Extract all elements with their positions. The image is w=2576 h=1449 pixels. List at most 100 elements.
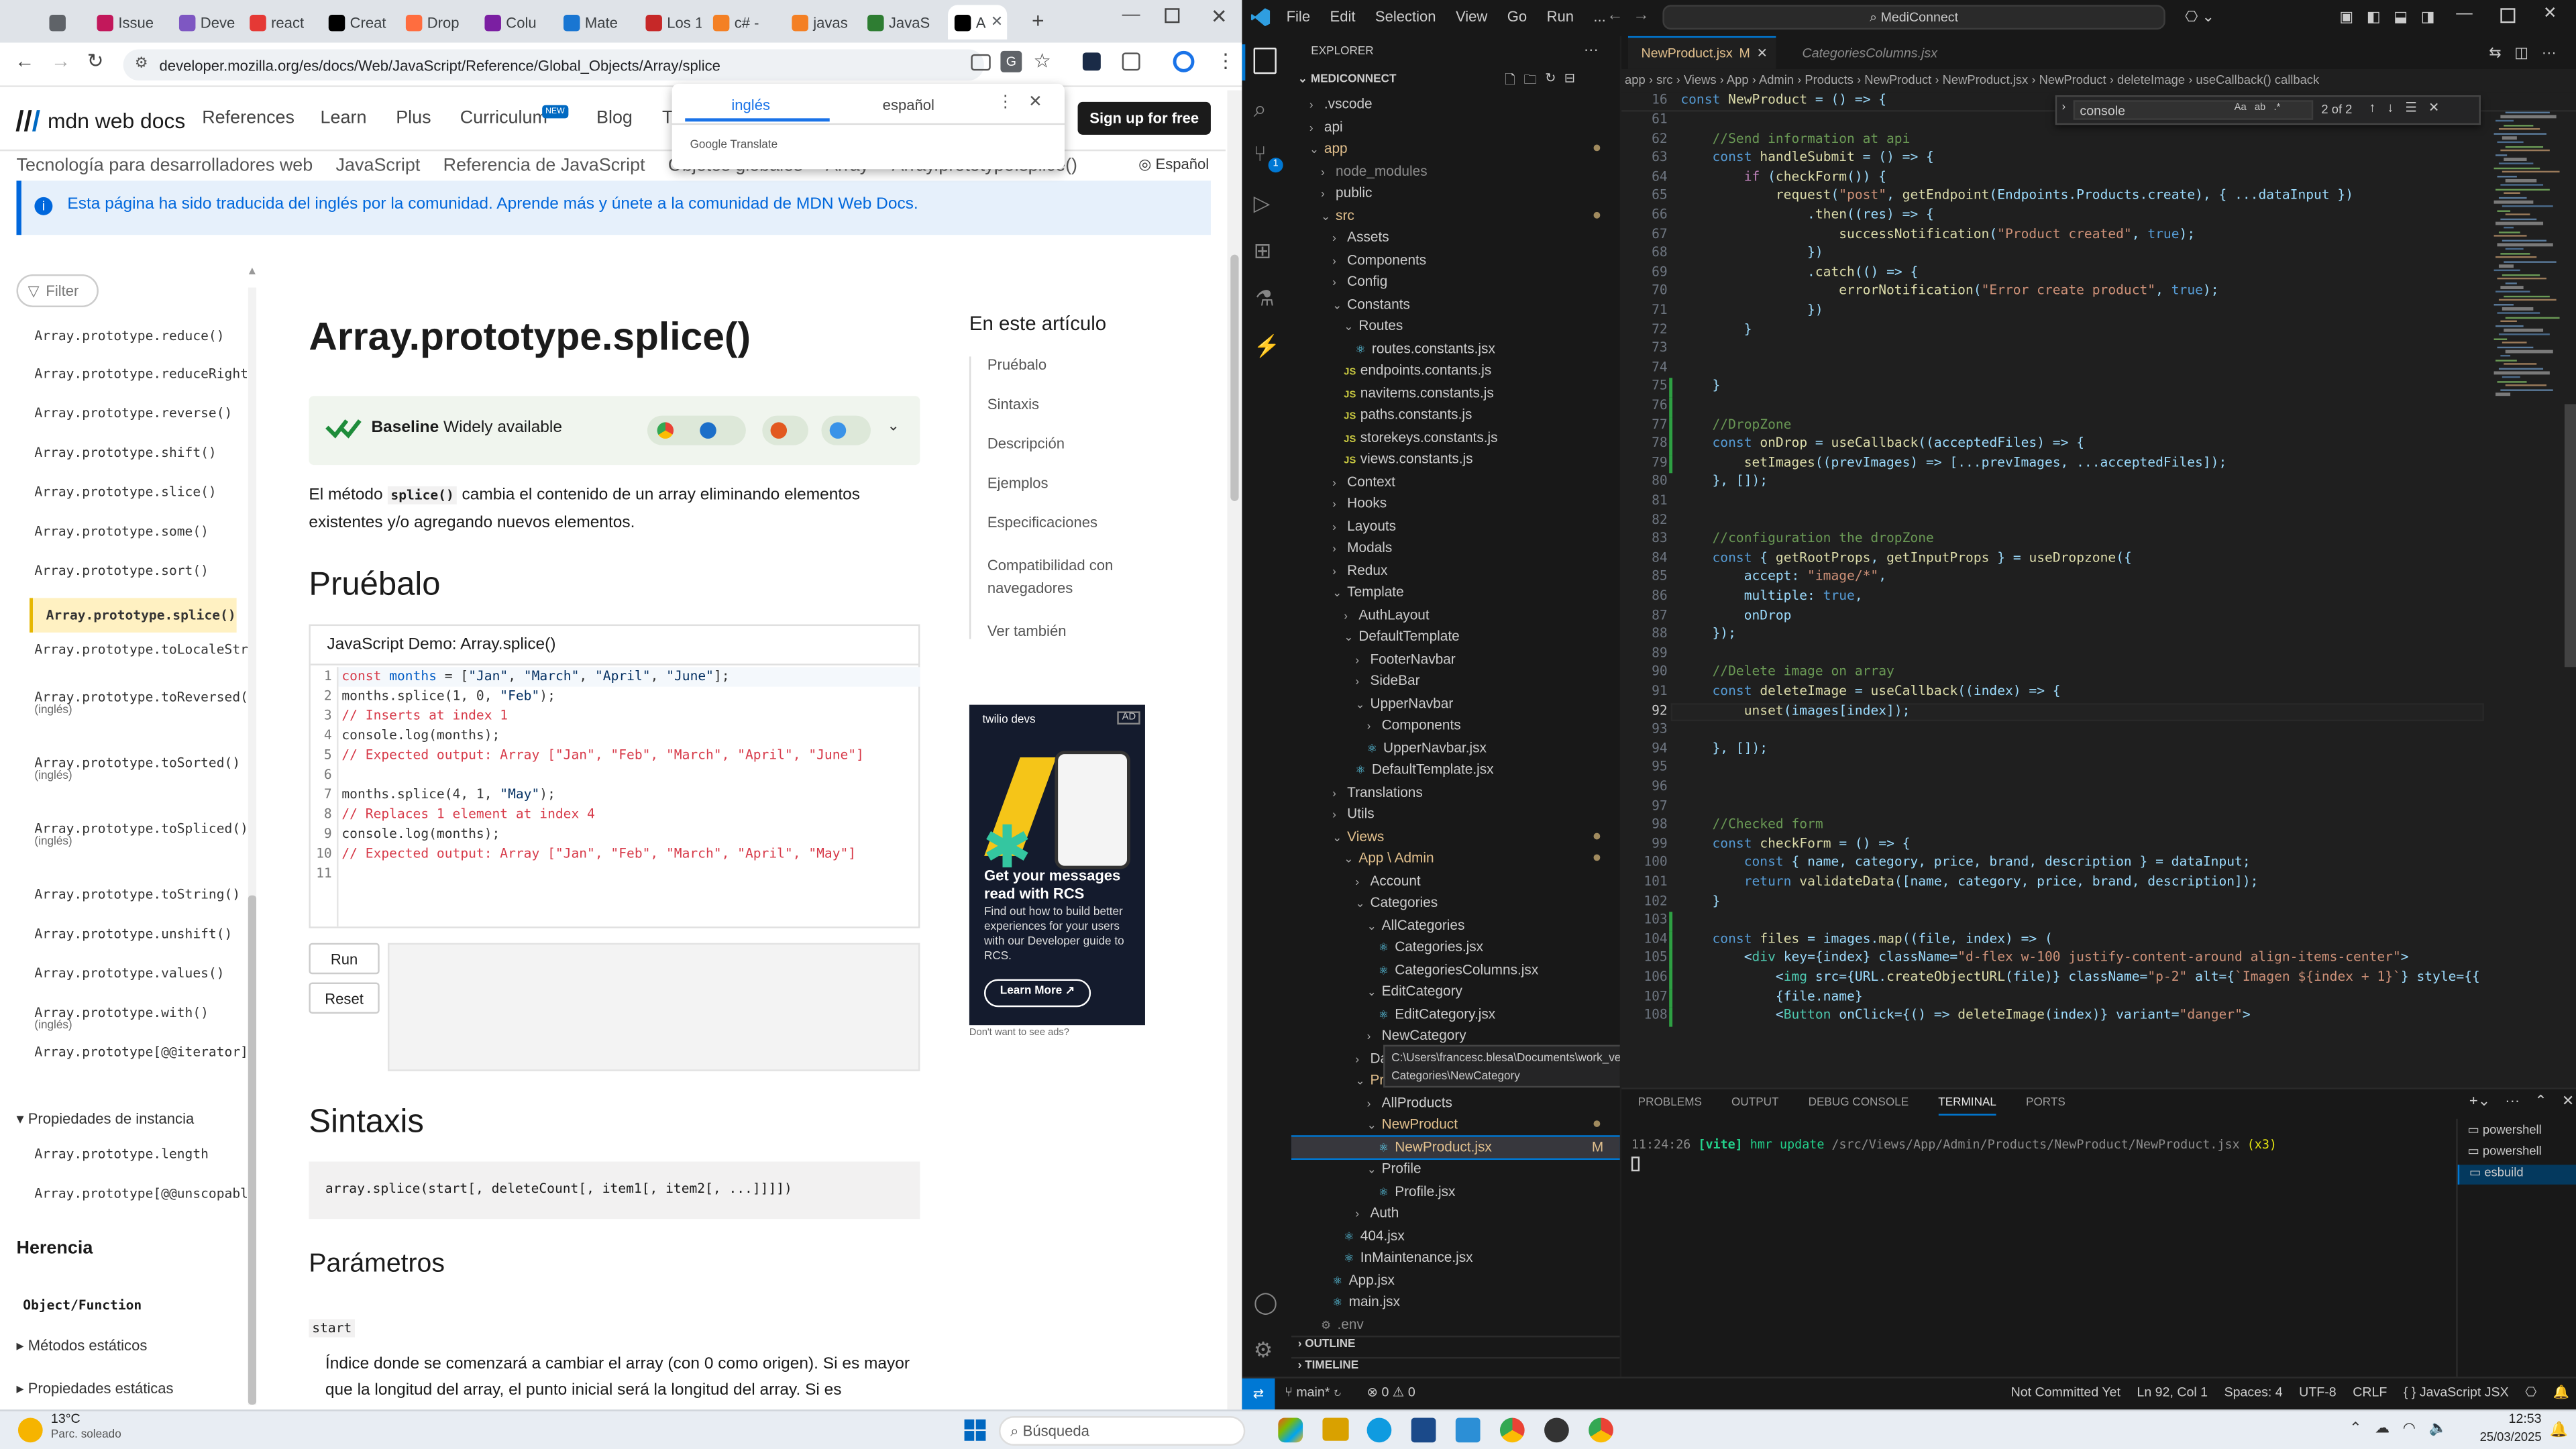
menu-item[interactable]: Run <box>1547 8 1574 24</box>
explorer-item[interactable]: › Translations <box>1291 781 1620 802</box>
explorer-item[interactable]: › AuthLayout <box>1291 604 1620 625</box>
explorer-item[interactable]: ⌄ DefaultTemplate <box>1291 626 1620 647</box>
chevron-down-icon[interactable]: ⌄ <box>887 417 899 435</box>
editor-tab-newproduct[interactable]: NewProduct.jsx M ✕ <box>1627 36 1776 69</box>
new-folder-icon[interactable]: 🗀 <box>1523 70 1537 93</box>
toc-link[interactable]: Compatibilidad con navegadores <box>987 553 1167 600</box>
nav-references[interactable]: References <box>202 109 294 128</box>
explorer-item[interactable]: › NewCategory <box>1291 1025 1620 1046</box>
find-toggle-replace-icon[interactable]: › <box>2061 102 2065 113</box>
breadcrumb-item[interactable]: Referencia de JavaScript <box>443 156 645 176</box>
volume-icon[interactable]: 🔈 <box>2429 1419 2447 1438</box>
tray-chevron-icon[interactable]: ⌃ <box>2349 1419 2361 1438</box>
language-mode[interactable]: { } JavaScript JSX <box>2404 1385 2509 1400</box>
remote-icon[interactable]: ⚡ <box>1254 333 1281 360</box>
advertisement[interactable]: twilio devs AD ✱ Get your messages read … <box>969 704 1145 1026</box>
editor-breadcrumb-item[interactable]: App <box>1727 72 1749 87</box>
editor-more-icon[interactable]: ··· <box>2542 44 2557 62</box>
minimap[interactable] <box>2491 92 2563 1087</box>
collapse-all-icon[interactable]: ⊟ <box>1564 70 1575 93</box>
explorer-item[interactable]: › Hooks <box>1291 493 1620 515</box>
explorer-item[interactable]: ⌄ src <box>1291 205 1620 226</box>
tab-close-icon[interactable]: ✕ <box>991 13 1003 32</box>
sidebar-item[interactable]: Array.prototype.sort() <box>34 564 248 578</box>
vscode-minimize-button[interactable]: — <box>2456 5 2472 23</box>
explorer-item[interactable]: ⚛ InMaintenance.jsx <box>1291 1247 1620 1269</box>
sidebar-item[interactable]: Array.prototype.some() <box>34 524 248 539</box>
editor-breadcrumb-item[interactable]: Admin <box>1759 72 1794 87</box>
editor-breadcrumb-item[interactable]: src <box>1656 72 1672 87</box>
browser-tab[interactable]: Issue <box>91 5 164 39</box>
explorer-item[interactable]: › Components <box>1291 249 1620 270</box>
sidebar-item[interactable]: Array.prototype.reduceRight() <box>34 366 248 381</box>
find-next-icon[interactable]: ↓ <box>2387 100 2394 115</box>
sidebar-object-function[interactable]: Object/Function <box>23 1298 142 1313</box>
explorer-item[interactable]: ⚛ NewProduct.jsx M <box>1291 1134 1620 1159</box>
explorer-item[interactable]: › Redux <box>1291 559 1620 581</box>
editor-breadcrumb-item[interactable]: Views <box>1684 72 1717 87</box>
explorer-item[interactable]: ⚛ main.jsx <box>1291 1291 1620 1313</box>
explorer-item[interactable]: JS views.constants.js <box>1291 449 1620 470</box>
project-root[interactable]: ⌄ MEDICONNECT <box>1298 72 1397 85</box>
explorer-item[interactable]: › AllProducts <box>1291 1091 1620 1113</box>
regex-icon[interactable]: .* <box>2273 103 2280 113</box>
sidebar-item[interactable]: Array.prototype.toLocaleString() <box>34 643 248 657</box>
panel-tab[interactable]: DEBUG CONSOLE <box>1809 1097 1909 1116</box>
breadcrumb-item[interactable]: JavaScript <box>336 156 421 176</box>
explorer-item[interactable]: ⚛ DefaultTemplate.jsx <box>1291 759 1620 780</box>
mdn-logo[interactable]: mdn web docs <box>15 109 185 133</box>
explorer-item[interactable]: ⌄ Constants <box>1291 293 1620 315</box>
toc-link[interactable]: Sintaxis <box>987 396 1167 412</box>
sidebar-item[interactable]: Array.prototype.values() <box>34 966 248 981</box>
nav-forward-icon[interactable]: → <box>1633 7 1649 25</box>
nav-blog[interactable]: Blog <box>596 109 633 128</box>
toc-link[interactable]: Especificaciones <box>987 515 1167 531</box>
diff-icon[interactable]: ⇆ <box>2489 44 2501 62</box>
reset-button[interactable]: Reset <box>309 982 380 1014</box>
translate-menu-icon[interactable]: ⋮ <box>998 94 1014 112</box>
menu-item[interactable]: ... <box>1593 8 1605 24</box>
tab-close-icon[interactable]: ✕ <box>1757 46 1768 61</box>
explorer-item[interactable]: ⌄ Profile <box>1291 1159 1620 1180</box>
browser-tab[interactable]: Drop <box>399 5 468 39</box>
problems-indicator[interactable]: ⊗ 0 ⚠ 0 <box>1367 1385 1415 1400</box>
nav-plus[interactable]: Plus <box>396 109 431 128</box>
explorer-item[interactable]: › public <box>1291 182 1620 204</box>
sidebar-section-static-properties[interactable]: ▸ Propiedades estáticas <box>16 1380 173 1398</box>
sidebar-item[interactable]: Array.prototype.toString() <box>34 887 248 902</box>
find-selection-icon[interactable]: ☰ <box>2405 100 2417 115</box>
branch-indicator[interactable]: ⑂ main* ↻ <box>1285 1385 1342 1400</box>
explorer-icon[interactable] <box>1253 48 1277 74</box>
terminal-app-icon[interactable] <box>1544 1417 1569 1443</box>
refresh-icon[interactable]: ↻ <box>1545 70 1556 93</box>
explorer-item[interactable]: ⚛ Categories.jsx <box>1291 936 1620 958</box>
editor-breadcrumb-item[interactable]: app <box>1625 72 1646 87</box>
explorer-item[interactable]: › Config <box>1291 271 1620 292</box>
menu-item[interactable]: Selection <box>1375 8 1436 24</box>
page-scrollbar[interactable] <box>1227 90 1242 1410</box>
menu-item[interactable]: View <box>1456 8 1487 24</box>
explorer-item[interactable]: ⌄ UpperNavbar <box>1291 692 1620 714</box>
explorer-item[interactable]: ⚙ .env <box>1291 1313 1620 1335</box>
tray-cloud-icon[interactable]: ☁ <box>2375 1419 2390 1438</box>
panel-tab[interactable]: OUTPUT <box>1731 1097 1778 1116</box>
browser-tab[interactable]: Devel <box>172 5 235 39</box>
new-file-icon[interactable]: 🗋 <box>1505 70 1515 93</box>
extensions-icon[interactable]: ⊞ <box>1254 238 1272 264</box>
taskbar-search[interactable]: ⌕ Búsqueda <box>998 1416 1246 1446</box>
sidebar-item[interactable]: Array.prototype.toSorted() (inglés) <box>34 756 248 782</box>
close-window-button[interactable]: ✕ <box>1211 5 1228 28</box>
vscode-maximize-button[interactable] <box>2500 8 2516 23</box>
explorer-item[interactable]: › Modals <box>1291 537 1620 559</box>
editor-breadcrumb-item[interactable]: Products <box>1805 72 1854 87</box>
maximize-button[interactable] <box>1165 8 1180 23</box>
testing-icon[interactable]: ⚗ <box>1255 286 1275 312</box>
explorer-item[interactable]: ⌄ AllCategories <box>1291 914 1620 936</box>
explorer-item[interactable]: ⌄ EditCategory <box>1291 981 1620 1002</box>
explorer-item[interactable]: JS navitems.constants.js <box>1291 382 1620 403</box>
find-prev-icon[interactable]: ↑ <box>2369 100 2375 115</box>
sidebar-section-instance-properties[interactable]: ▾ Propiedades de instancia <box>16 1111 194 1129</box>
explorer-item[interactable]: ⌄ Views <box>1291 826 1620 847</box>
settings-gear-icon[interactable]: ⚙ <box>1254 1337 1273 1363</box>
editor-breadcrumb-item[interactable]: NewProduct <box>1864 72 1931 87</box>
